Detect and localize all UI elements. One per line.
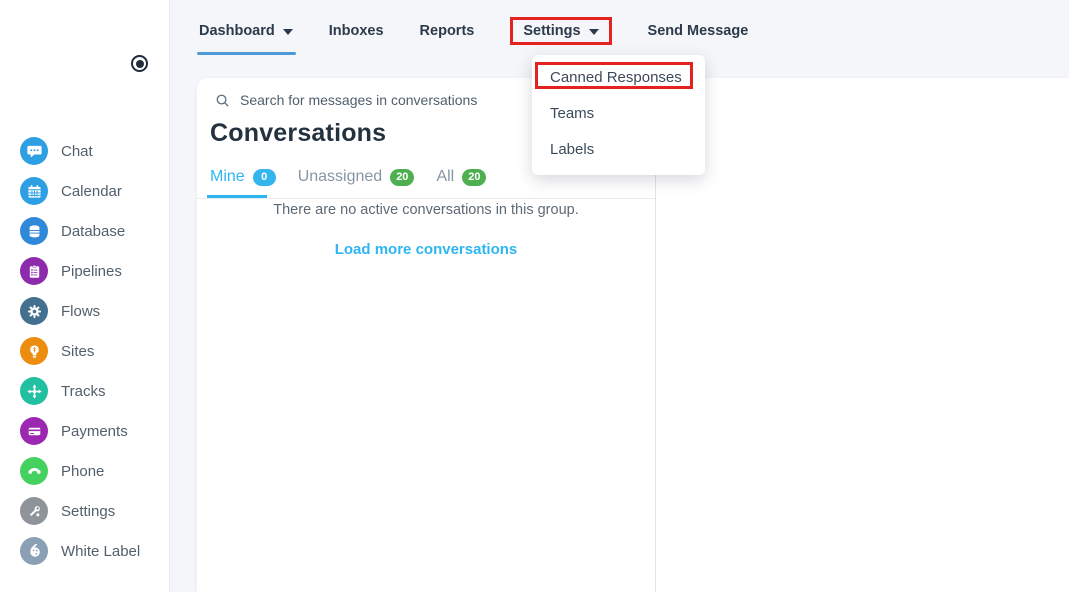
sidebar-item-sites[interactable]: Sites — [20, 337, 140, 365]
nav-item-label: Settings — [523, 23, 581, 39]
sidebar-item-label: Pipelines — [61, 262, 122, 280]
nav-item-label: Dashboard — [199, 23, 275, 39]
phone-icon — [20, 457, 48, 485]
top-navigation: Dashboard Inboxes Reports Settings Send … — [170, 0, 1069, 62]
tab-all[interactable]: All 20 — [436, 168, 487, 186]
nav-item-dashboard[interactable]: Dashboard — [197, 23, 296, 55]
count-badge: 20 — [390, 168, 415, 186]
sidebar-item-label: Database — [61, 222, 126, 240]
empty-state-message: There are no active conversations in thi… — [273, 202, 579, 218]
sidebar-item-label: Settings — [61, 502, 116, 520]
sidebar-item-flows[interactable]: Flows — [20, 297, 140, 325]
menu-item-labels[interactable]: Labels — [532, 131, 705, 167]
sidebar-item-settings[interactable]: Settings — [20, 497, 140, 525]
database-icon — [20, 217, 48, 245]
sidebar-item-payments[interactable]: Payments — [20, 417, 140, 445]
calendar-icon — [20, 177, 48, 205]
count-badge: 20 — [462, 168, 487, 186]
settings-highlight-box: Settings — [510, 17, 612, 45]
load-more-link[interactable]: Load more conversations — [197, 241, 655, 258]
settings-dropdown-menu: Canned Responses Teams Labels — [532, 55, 705, 175]
sidebar-item-label: Chat — [61, 142, 93, 160]
tab-label: Mine — [210, 168, 245, 185]
wrench-icon — [20, 497, 48, 525]
sidebar-item-pipelines[interactable]: Pipelines — [20, 257, 140, 285]
sidebar-item-label: Sites — [61, 342, 95, 360]
nav-item-inboxes[interactable]: Inboxes — [329, 23, 384, 39]
arrows-icon — [20, 377, 48, 405]
sidebar-item-chat[interactable]: Chat — [20, 137, 140, 165]
sidebar-item-white-label[interactable]: White Label — [20, 537, 140, 565]
sidebar-item-label: Calendar — [61, 182, 122, 200]
nav-item-reports[interactable]: Reports — [420, 23, 475, 39]
gear-icon — [20, 297, 48, 325]
tab-unassigned[interactable]: Unassigned 20 — [298, 168, 415, 186]
tab-mine[interactable]: Mine 0 — [207, 168, 276, 198]
app-sidebar: Chat Calendar Database Pipelines Flows S… — [0, 0, 170, 592]
chat-bubble-icon — [20, 137, 48, 165]
sidebar-item-phone[interactable]: Phone — [20, 457, 140, 485]
sidebar-item-label: Tracks — [61, 382, 106, 400]
nav-item-label: Send Message — [647, 23, 749, 39]
palette-icon — [20, 537, 48, 565]
count-badge: 0 — [252, 168, 276, 186]
main-area: Dashboard Inboxes Reports Settings Send … — [170, 0, 1069, 592]
chevron-down-icon — [588, 29, 599, 35]
nav-item-settings[interactable]: Settings — [523, 23, 599, 39]
clipboard-icon — [20, 257, 48, 285]
record-indicator-icon[interactable] — [131, 55, 148, 72]
sidebar-item-label: Flows — [61, 302, 101, 320]
search-icon — [216, 94, 229, 107]
menu-item-canned-responses[interactable]: Canned Responses — [532, 59, 705, 95]
nav-item-label: Inboxes — [328, 23, 384, 39]
lightbulb-icon — [20, 337, 48, 365]
tab-label: Unassigned — [297, 168, 383, 185]
sidebar-menu: Chat Calendar Database Pipelines Flows S… — [20, 137, 140, 565]
nav-item-label: Reports — [419, 23, 475, 39]
search-input[interactable] — [240, 92, 540, 108]
sidebar-item-calendar[interactable]: Calendar — [20, 177, 140, 205]
chevron-down-icon — [282, 29, 293, 35]
tab-label: All — [436, 168, 455, 185]
credit-card-icon — [20, 417, 48, 445]
menu-item-teams[interactable]: Teams — [532, 95, 705, 131]
sidebar-item-label: White Label — [61, 542, 141, 560]
sidebar-item-tracks[interactable]: Tracks — [20, 377, 140, 405]
sidebar-item-label: Payments — [61, 422, 128, 440]
sidebar-item-label: Phone — [61, 462, 105, 480]
nav-item-send-message[interactable]: Send Message — [648, 23, 749, 39]
sidebar-item-database[interactable]: Database — [20, 217, 140, 245]
